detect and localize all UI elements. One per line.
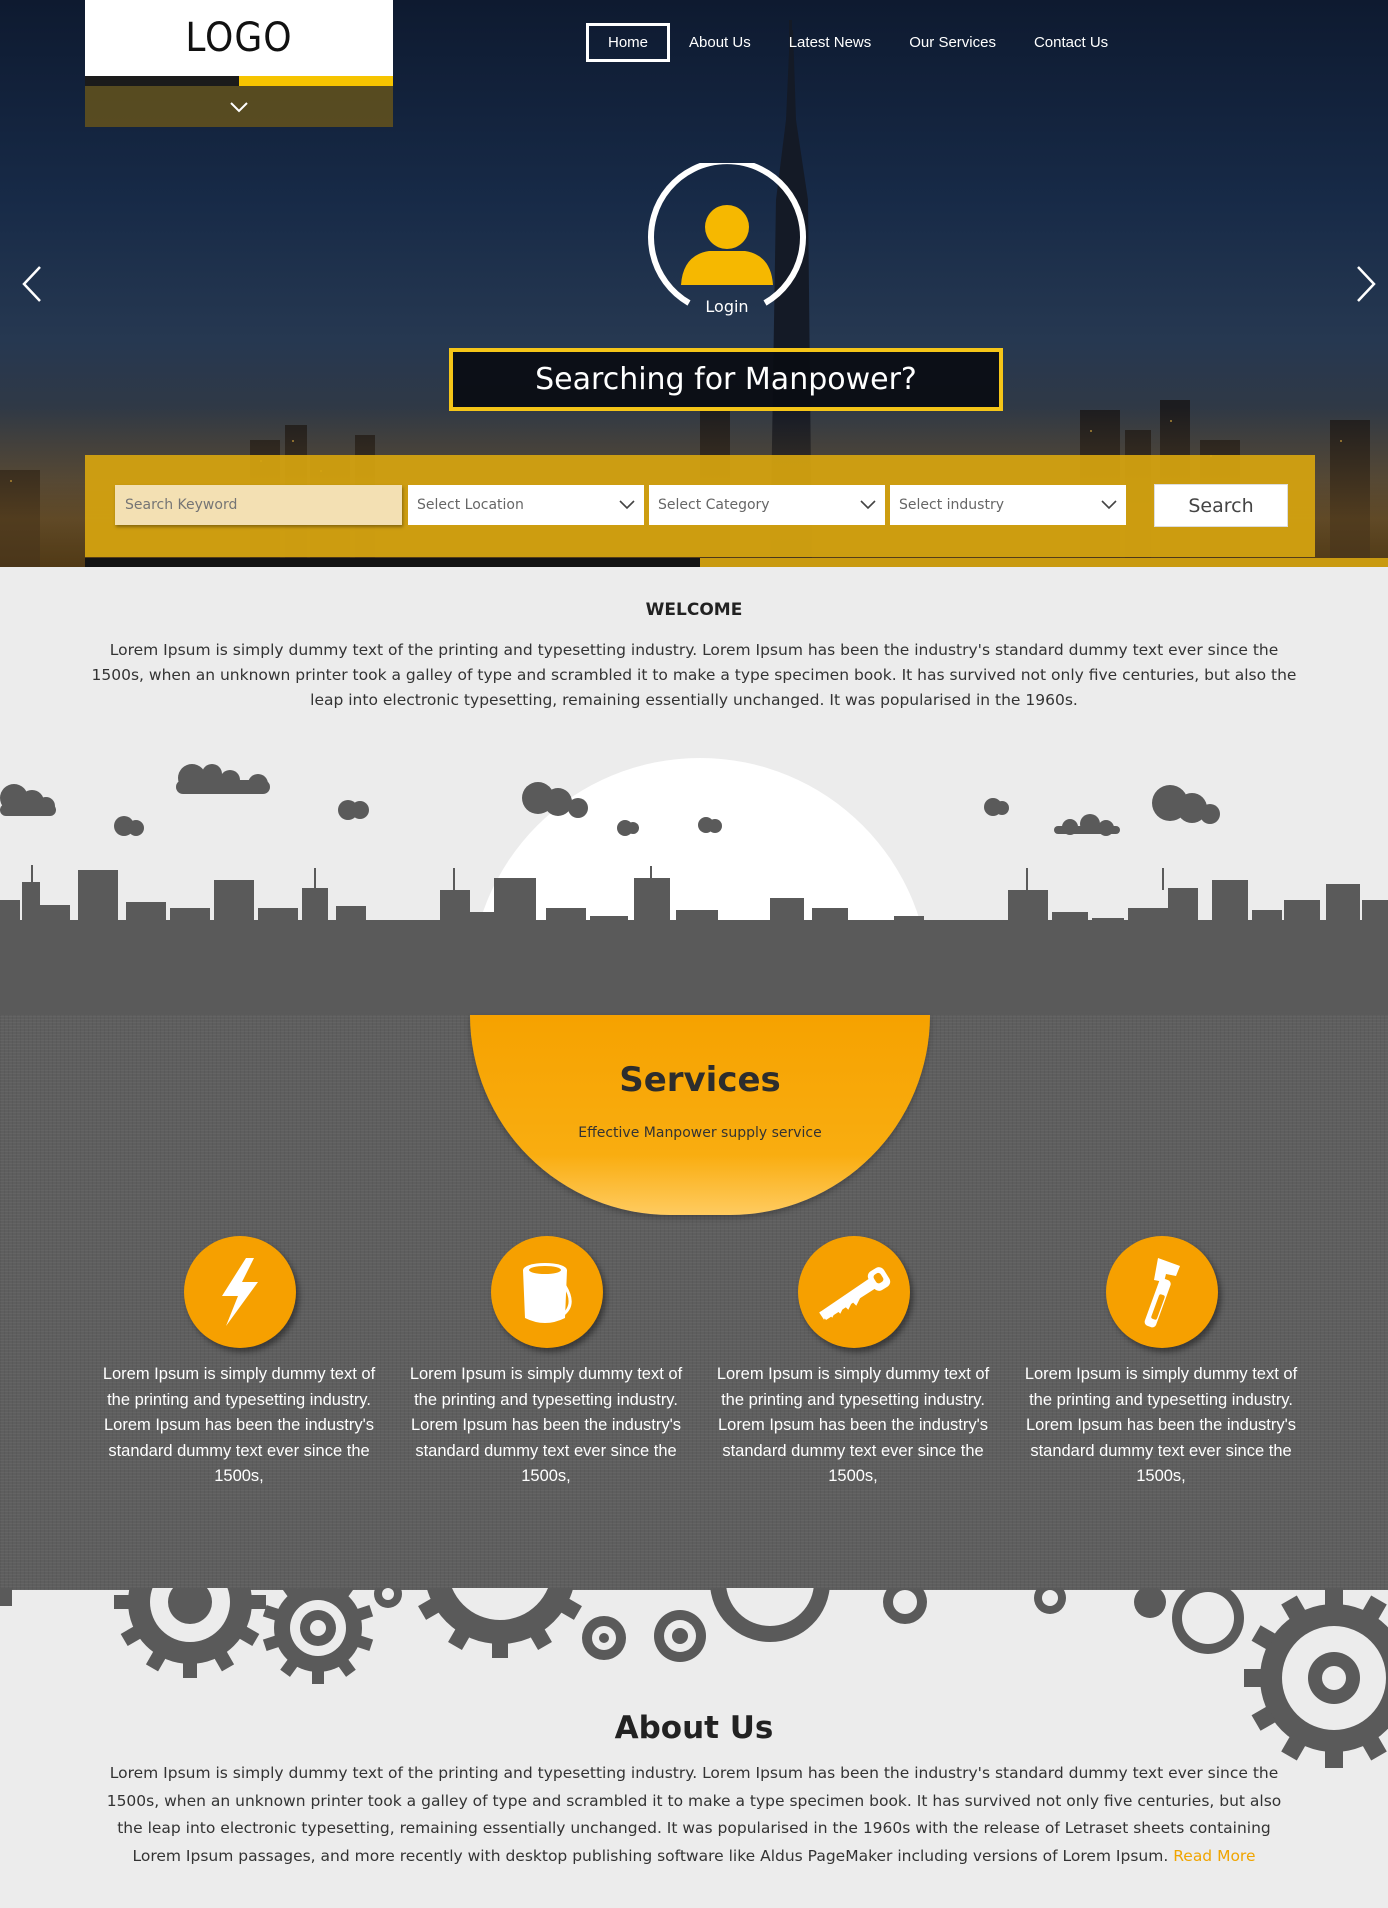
login-button[interactable]: Login	[647, 158, 807, 323]
services-title: Services	[619, 1060, 781, 1100]
slider-next-arrow-icon[interactable]	[1354, 264, 1378, 304]
search-button[interactable]: Search	[1154, 484, 1288, 527]
services-subtitle: Effective Manpower supply service	[578, 1125, 822, 1141]
service-text: Lorem Ipsum is simply dummy text of the …	[409, 1365, 683, 1485]
chevron-down-icon	[860, 500, 876, 510]
select-industry-value: Select industry	[899, 497, 1004, 513]
select-location[interactable]: Select Location	[408, 485, 644, 525]
hero-tagline: Searching for Manpower?	[535, 362, 917, 397]
service-text: Lorem Ipsum is simply dummy text of the …	[1024, 1365, 1298, 1485]
about-title: About Us	[614, 1710, 774, 1746]
wrench-icon	[1144, 1258, 1180, 1328]
logo-text: LOGO	[185, 15, 293, 61]
chevron-down-icon	[619, 500, 635, 510]
paint-bucket-icon	[523, 1263, 572, 1323]
welcome-text: Lorem Ipsum is simply dummy text of the …	[91, 641, 1297, 709]
nav-home[interactable]: Home	[586, 22, 671, 62]
login-label: Login	[705, 297, 749, 316]
city-skyline-illustration	[0, 758, 1388, 1020]
slider-prev-arrow-icon[interactable]	[20, 264, 44, 304]
nav-contact-us[interactable]: Contact Us	[1015, 24, 1127, 61]
search-keyword-input[interactable]	[115, 485, 402, 525]
read-more-link[interactable]: Read More	[1173, 1847, 1255, 1865]
welcome-title: WELCOME	[645, 600, 743, 620]
main-nav: Home About Us Latest News Our Services C…	[586, 21, 1127, 63]
lightning-icon	[222, 1258, 258, 1326]
search-panel: Select Location Select Category Select i…	[85, 455, 1315, 557]
service-text: Lorem Ipsum is simply dummy text of the …	[102, 1365, 376, 1485]
select-category[interactable]: Select Category	[649, 485, 885, 525]
hero-banner: LOGO Home About Us Latest News Our Servi…	[0, 0, 1388, 567]
hero-tagline-box: Searching for Manpower?	[449, 348, 1003, 411]
nav-about-us[interactable]: About Us	[670, 24, 770, 61]
service-icon-button[interactable]	[491, 1236, 603, 1348]
saw-icon	[819, 1267, 891, 1320]
chevron-down-icon	[1101, 500, 1117, 510]
nav-our-services[interactable]: Our Services	[890, 24, 1015, 61]
select-category-value: Select Category	[658, 497, 770, 513]
about-text: Lorem Ipsum is simply dummy text of the …	[100, 1760, 1288, 1870]
select-industry[interactable]: Select industry	[890, 485, 1126, 525]
service-icon-button[interactable]	[798, 1236, 910, 1348]
about-body: Lorem Ipsum is simply dummy text of the …	[106, 1764, 1282, 1865]
select-location-value: Select Location	[417, 497, 524, 513]
logo-dropdown-toggle[interactable]	[85, 86, 393, 127]
service-text: Lorem Ipsum is simply dummy text of the …	[716, 1365, 990, 1485]
service-icon-button[interactable]	[184, 1236, 296, 1348]
chevron-down-icon	[230, 101, 248, 112]
logo-block[interactable]: LOGO	[85, 0, 393, 127]
nav-latest-news[interactable]: Latest News	[770, 24, 891, 61]
service-icon-button[interactable]	[1106, 1236, 1218, 1348]
